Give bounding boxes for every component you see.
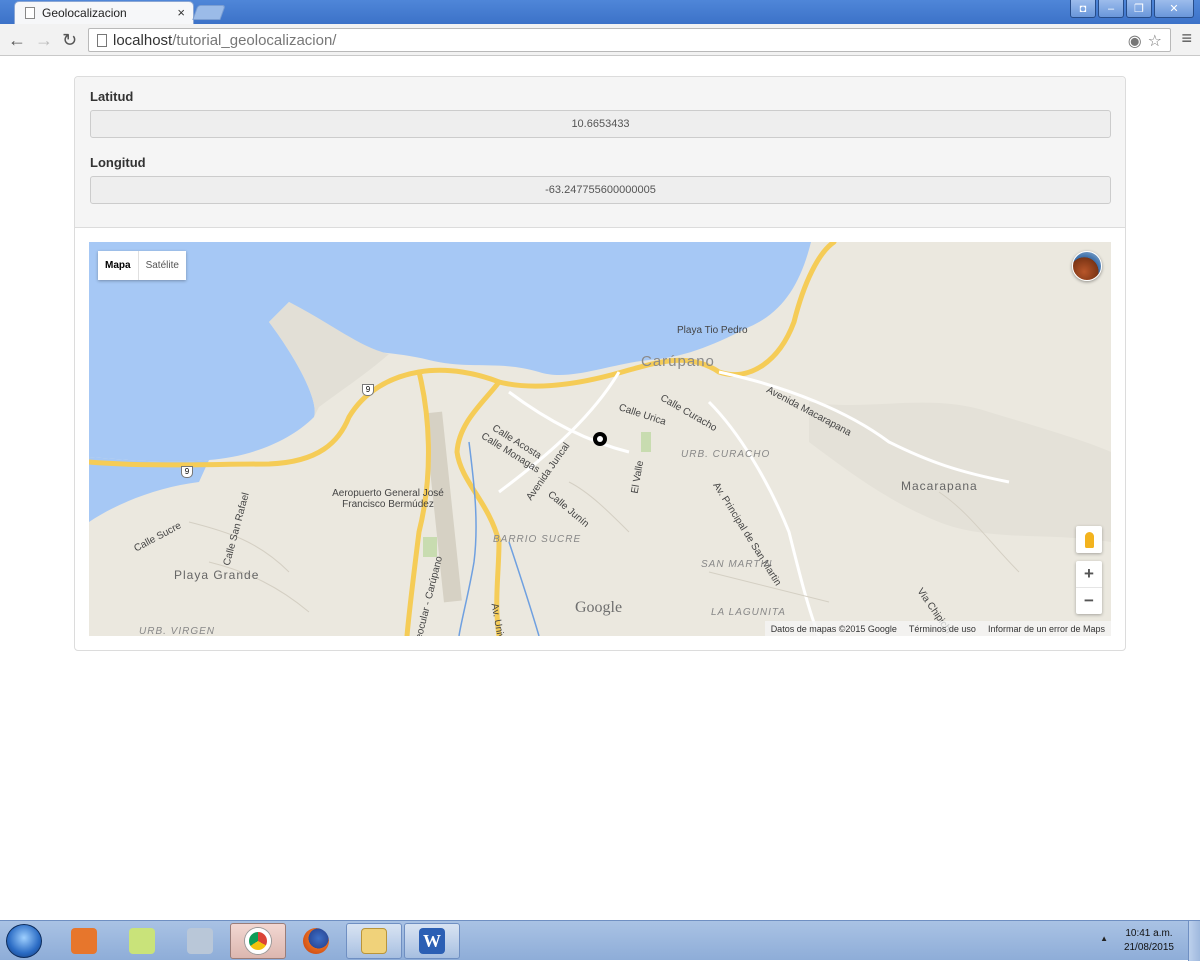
forward-arrow-icon[interactable]: → [35,30,53,51]
zoom-out-button[interactable]: − [1076,588,1102,614]
latitude-label: Latitud [90,89,134,104]
url-host: localhost [113,31,173,49]
map-label-barrio-sucre: BARRIO SUCRE [493,534,582,545]
map-type-control: Mapa Satélite [98,251,186,280]
browser-titlebar: Geolocalizacion × ◘ – ❐ ✕ [0,0,1200,24]
clock-date: 21/08/2015 [1123,942,1174,953]
restore-button[interactable]: ❐ [1126,0,1152,18]
map-label-la-lagunita: LA LAGUNITA [711,607,786,618]
tab-title: Geolocalizacion [42,6,127,20]
zoom-control: + − [1076,561,1102,614]
geolocation-panel: Latitud 10.6653433 Longitud -63.24775560… [74,76,1126,651]
taskbar-explorer[interactable] [346,923,402,959]
map-attribution: Datos de mapas ©2015 Google Términos de … [764,621,1111,636]
map-label-playa-grande: Playa Grande [174,568,260,582]
taskbar-media-player[interactable] [56,923,112,959]
map-label-san-martin: SAN MARTIN [701,559,773,570]
reload-icon[interactable]: ↻ [62,30,77,51]
show-desktop-button[interactable] [1188,921,1200,961]
url-path: /tutorial_geolocalizacion/ [172,31,337,49]
attribution-report-link[interactable]: Informar de un error de Maps [988,624,1105,634]
browser-toolbar: ← → ↻ localhost /tutorial_geolocalizacio… [0,24,1200,56]
bookmark-star-icon[interactable]: ☆ [1148,31,1162,51]
sticky-notes-icon [129,928,155,954]
taskbar-firefox[interactable] [288,923,344,959]
latitude-field[interactable]: 10.6653433 [90,110,1111,138]
attribution-data: Datos de mapas ©2015 Google [770,623,897,634]
map-label-urb-virgen: URB. VIRGEN [139,626,216,636]
taskbar-word[interactable]: W [404,923,460,959]
calculator-icon [187,928,213,954]
taskbar-calculator[interactable] [172,923,228,959]
coordinates-form: Latitud 10.6653433 Longitud -63.24775560… [75,77,1125,228]
location-icon[interactable]: ◉ [1128,31,1142,51]
page-icon [25,7,35,19]
map-label-urb-curacho: URB. CURACHO [681,449,771,460]
tray-expand-icon[interactable]: ▲ [1100,934,1108,943]
earth-view-button[interactable] [1072,251,1102,281]
taskbar-sticky-notes[interactable] [114,923,170,959]
zoom-in-button[interactable]: + [1076,561,1102,587]
route-shield-icon: 9 [362,384,374,396]
browser-tab[interactable]: Geolocalizacion × [14,1,194,24]
close-window-button[interactable]: ✕ [1154,0,1194,18]
taskbar-chrome[interactable] [230,923,286,959]
map-label-playa-tio-pedro: Playa Tio Pedro [677,325,748,336]
system-clock[interactable]: 10:41 a.m. 21/08/2015 [1124,927,1174,955]
map-label-macarapana: Macarapana [901,479,978,493]
location-marker-icon[interactable] [593,432,607,446]
street-view-pegman-icon[interactable] [1076,526,1102,553]
tab-close-icon[interactable]: × [177,5,185,20]
windows-taskbar: W ▲ 10:41 a.m. 21/08/2015 [0,920,1200,961]
firefox-icon [303,928,329,954]
longitude-field[interactable]: -63.247755600000005 [90,176,1111,204]
folder-icon [361,928,387,954]
map-type-satellite-button[interactable]: Satélite [139,251,186,280]
new-tab-button[interactable] [192,5,226,20]
map-label-aeropuerto: Aeropuerto General José Francisco Bermúd… [332,488,444,510]
chrome-menu-icon[interactable]: ≡ [1181,28,1192,49]
address-bar[interactable]: localhost /tutorial_geolocalizacion/ ◉ ☆ [88,28,1171,52]
window-controls: ◘ – ❐ ✕ [1070,0,1194,18]
media-player-icon [71,928,97,954]
longitude-label: Longitud [90,155,146,170]
google-map[interactable]: Mapa Satélite Playa Tio Pedro Carúpano A… [89,242,1111,636]
clock-time: 10:41 a.m. [1125,928,1173,939]
route-shield-icon: 9 [181,466,193,478]
chrome-icon [245,928,271,954]
minimize-button[interactable]: – [1098,0,1124,18]
page-icon [97,33,107,47]
google-logo: Google [575,599,623,616]
back-arrow-icon[interactable]: ← [8,30,26,51]
start-button[interactable] [6,924,42,958]
map-type-map-button[interactable]: Mapa [98,251,139,280]
attribution-terms-link[interactable]: Términos de uso [909,624,976,634]
user-icon[interactable]: ◘ [1070,0,1096,18]
map-label-carupano: Carúpano [641,353,715,370]
word-icon: W [419,928,445,954]
